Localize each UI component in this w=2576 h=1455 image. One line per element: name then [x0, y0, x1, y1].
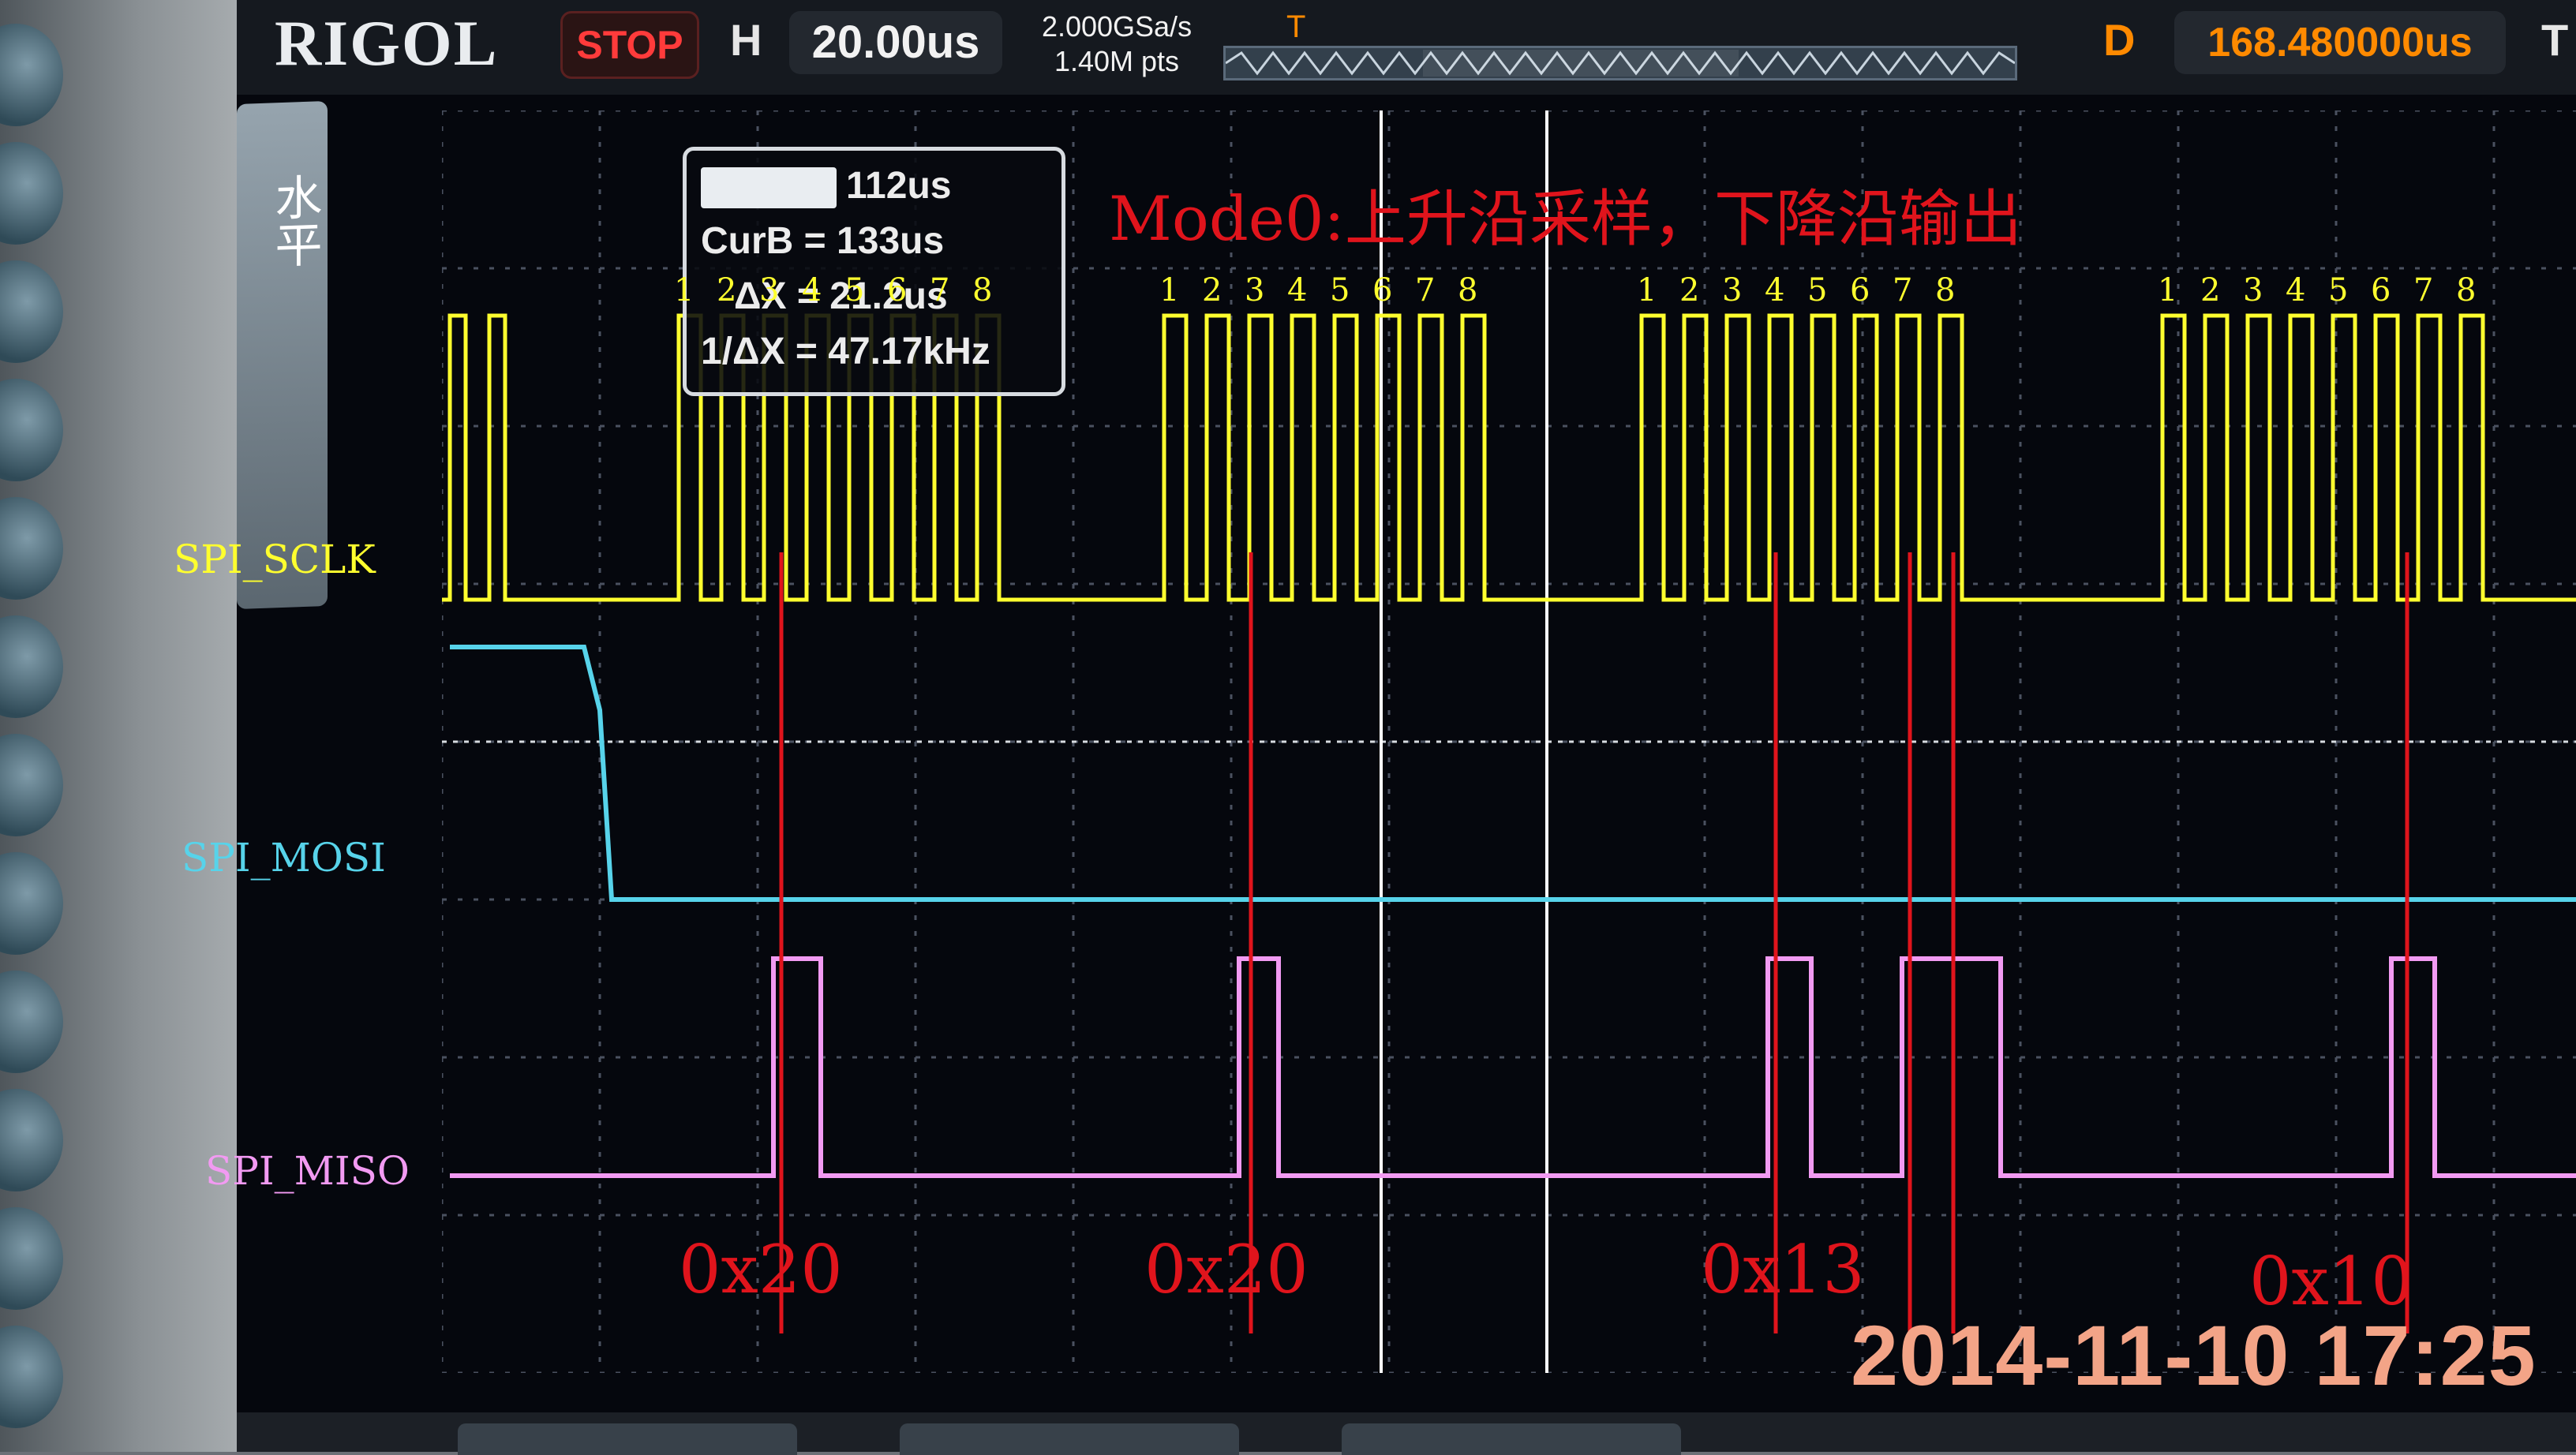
- bottom-softkey-2[interactable]: [900, 1423, 1239, 1455]
- softkey-2[interactable]: [0, 142, 63, 245]
- timebase-readout[interactable]: 20.00us: [789, 11, 1002, 74]
- bit-number-label: 2: [2200, 272, 2221, 309]
- bit-number-label: 6: [2371, 272, 2391, 309]
- bit-number-label: 5: [844, 272, 865, 309]
- inverse-delta-x-row: 1/ΔX = 47.17kHz: [701, 324, 990, 380]
- bit-number-label: 5: [2328, 272, 2349, 309]
- bit-number-label: 8: [2456, 272, 2477, 309]
- channel-label-miso: SPI_MISO: [205, 1148, 410, 1194]
- bit-number-label: 1: [1159, 272, 1180, 309]
- trigger-position-marker: T: [1286, 9, 1306, 44]
- bit-number-label: 2: [1679, 272, 1700, 309]
- memory-waveform-icon: [1225, 50, 2016, 77]
- bit-number-label: 3: [1722, 272, 1743, 309]
- bit-number-label: 1: [674, 272, 695, 309]
- softkey-6[interactable]: [0, 615, 63, 718]
- bit-number-label: 8: [1458, 272, 1478, 309]
- bit-number-label: 6: [1372, 272, 1393, 309]
- channel-label-sclk: SPI_SCLK: [174, 537, 376, 582]
- horizontal-menu-tab[interactable]: 水平: [237, 100, 328, 610]
- memory-overview-bar: [1223, 46, 2017, 80]
- softkey-12[interactable]: [0, 1326, 63, 1428]
- bit-number-label: 7: [1893, 272, 1913, 309]
- cursor-measurement-panel[interactable]: 112us CurB = 133us ΔX = 21.2us 1/ΔX = 47…: [683, 147, 1065, 396]
- bit-number-label: 2: [717, 272, 737, 309]
- inverse-delta-x-label: 1/ΔX =: [701, 331, 818, 372]
- byte-value-3: 0x13: [1701, 1231, 1865, 1308]
- miso-trace: [450, 956, 2576, 1178]
- softkey-8[interactable]: [0, 852, 63, 955]
- cursor-b-label: CurB =: [701, 220, 826, 262]
- bit-number-label: 3: [759, 272, 780, 309]
- bit-number-label: 3: [2243, 272, 2263, 309]
- bottom-softkey-3[interactable]: [1342, 1423, 1681, 1455]
- bit-number-label: 2: [1202, 272, 1222, 309]
- bit-number-label: 4: [1287, 272, 1308, 309]
- mosi-trace: [450, 645, 2576, 902]
- softkey-11[interactable]: [0, 1207, 63, 1310]
- run-state-label: STOP: [576, 23, 683, 67]
- softkey-7[interactable]: [0, 734, 63, 836]
- photo-timestamp: 2014-11-10 17:25: [1851, 1307, 2537, 1403]
- bit-number-label: 3: [1245, 272, 1265, 309]
- bit-number-label: 8: [1935, 272, 1956, 309]
- mode-annotation: Mode0:上升沿采样，下降沿输出: [1109, 184, 2022, 255]
- channel-label-mosi: SPI_MOSI: [182, 835, 386, 881]
- bit-number-label: 4: [802, 272, 822, 309]
- bit-number-label: 4: [2286, 272, 2306, 309]
- bit-number-label: 7: [1415, 272, 1436, 309]
- softkey-10[interactable]: [0, 1089, 63, 1191]
- softkey-4[interactable]: [0, 379, 63, 481]
- memory-depth: 1.40M pts: [1054, 45, 1180, 77]
- softkey-9[interactable]: [0, 971, 63, 1073]
- sample-rate: 2.000GSa/s: [1041, 10, 1193, 43]
- softkey-1[interactable]: [0, 24, 63, 126]
- trigger-label: T: [2541, 15, 2569, 65]
- bit-number-label: 4: [1765, 272, 1785, 309]
- softkey-3[interactable]: [0, 260, 63, 363]
- cursor-b-value: 133us: [837, 220, 945, 262]
- bit-number-label: 7: [930, 272, 950, 309]
- byte-value-2: 0x20: [1144, 1231, 1309, 1308]
- byte-value-1: 0x20: [679, 1231, 843, 1308]
- delay-readout[interactable]: 168.480000us: [2174, 11, 2506, 74]
- scope-screen: RIGOL STOP H 20.00us 2.000GSa/s 1.40M pt…: [237, 0, 2576, 1452]
- horizontal-menu-label: 水平: [267, 172, 322, 269]
- inverse-delta-x-value: 47.17kHz: [828, 331, 990, 372]
- bit-number-label: 5: [1330, 272, 1350, 309]
- bit-number-label: 1: [1637, 272, 1657, 309]
- bottom-softkey-strip: [237, 1412, 2576, 1455]
- bit-number-label: 8: [972, 272, 993, 309]
- waveform-traces: [442, 313, 2576, 1178]
- run-stop-indicator[interactable]: STOP: [560, 11, 699, 79]
- bit-number-label: 6: [1850, 272, 1870, 309]
- scope-bezel: [0, 0, 237, 1452]
- cursor-a-value: 112us: [846, 165, 952, 207]
- bit-number-label: 5: [1807, 272, 1828, 309]
- cursor-a-chip: [701, 167, 837, 209]
- cursor-a-row: 112us: [701, 159, 951, 214]
- horizontal-label: H: [730, 15, 762, 65]
- bit-number-label: 6: [887, 272, 908, 309]
- softkey-5[interactable]: [0, 497, 63, 600]
- bit-number-label: 1: [2158, 272, 2178, 309]
- status-bar: RIGOL STOP H 20.00us 2.000GSa/s 1.40M pt…: [237, 0, 2576, 95]
- bit-number-label: 7: [2413, 272, 2434, 309]
- cursor-b-row: CurB = 133us: [701, 214, 944, 269]
- delay-label: D: [2103, 15, 2136, 65]
- acquisition-info: 2.000GSa/s 1.40M pts: [1014, 9, 1219, 79]
- bottom-softkey-1[interactable]: [458, 1423, 797, 1455]
- brand-logo: RIGOL: [275, 7, 499, 79]
